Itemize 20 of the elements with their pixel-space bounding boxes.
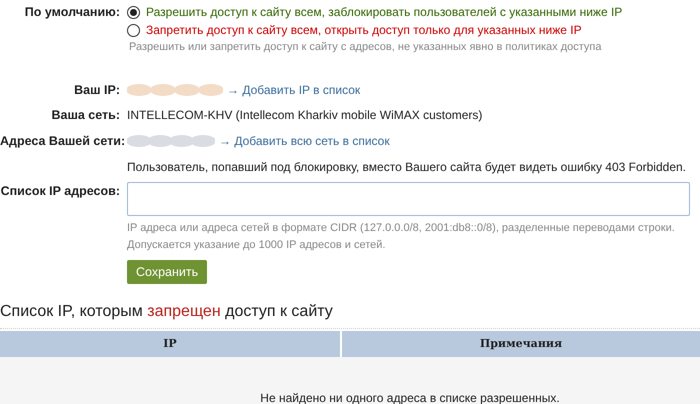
option-label: Разрешить доступ к сайту всем, заблокировать пользователей с указанными ниже IP bbox=[146, 4, 622, 21]
field-label: Ваш IP: bbox=[74, 83, 120, 97]
hint-text: IP адреса или адреса сетей в формате CIDR (127.0.0.0/8, 2001:db8::0/8), разделенные переводами строки. bbox=[127, 221, 676, 236]
column-header: Примечания bbox=[478, 336, 564, 352]
radio-button[interactable] bbox=[127, 6, 140, 18]
network-name: INTELLECOM-KHV (Intellecom Kharkiv mobile WiMAX customers) bbox=[127, 108, 482, 122]
section-title: Список IP, которым запрещен доступ к сайту bbox=[0, 302, 334, 322]
option-label: Запретить доступ к сайту всем, открыть доступ только для указанных ниже IP bbox=[146, 22, 582, 39]
field-label: Список IP адресов: bbox=[0, 184, 120, 198]
add-ip-link[interactable]: → Добавить IP в список bbox=[227, 81, 360, 99]
field-label: По умолчанию: bbox=[24, 5, 120, 19]
field-label: Ваша сеть: bbox=[51, 108, 120, 122]
add-network-link[interactable]: → Добавить всю сеть в список bbox=[219, 132, 390, 150]
hint-text: Разрешить или запретить доступ к сайту с адресов, не указанных явно в политиках доступа bbox=[128, 40, 602, 55]
block-note: Пользователь, попавший под блокировку, вместо Вашего сайта будет видеть ошибку 403 Forbidden. bbox=[127, 160, 686, 174]
save-button[interactable]: Сохранить bbox=[127, 260, 208, 284]
radio-button[interactable] bbox=[127, 24, 140, 36]
hint-text: Допускается указание до 1000 IP адресов и сетей. bbox=[127, 238, 386, 253]
field-label: Адреса Вашей сети: bbox=[0, 134, 126, 148]
ip-list-field[interactable] bbox=[127, 182, 690, 216]
